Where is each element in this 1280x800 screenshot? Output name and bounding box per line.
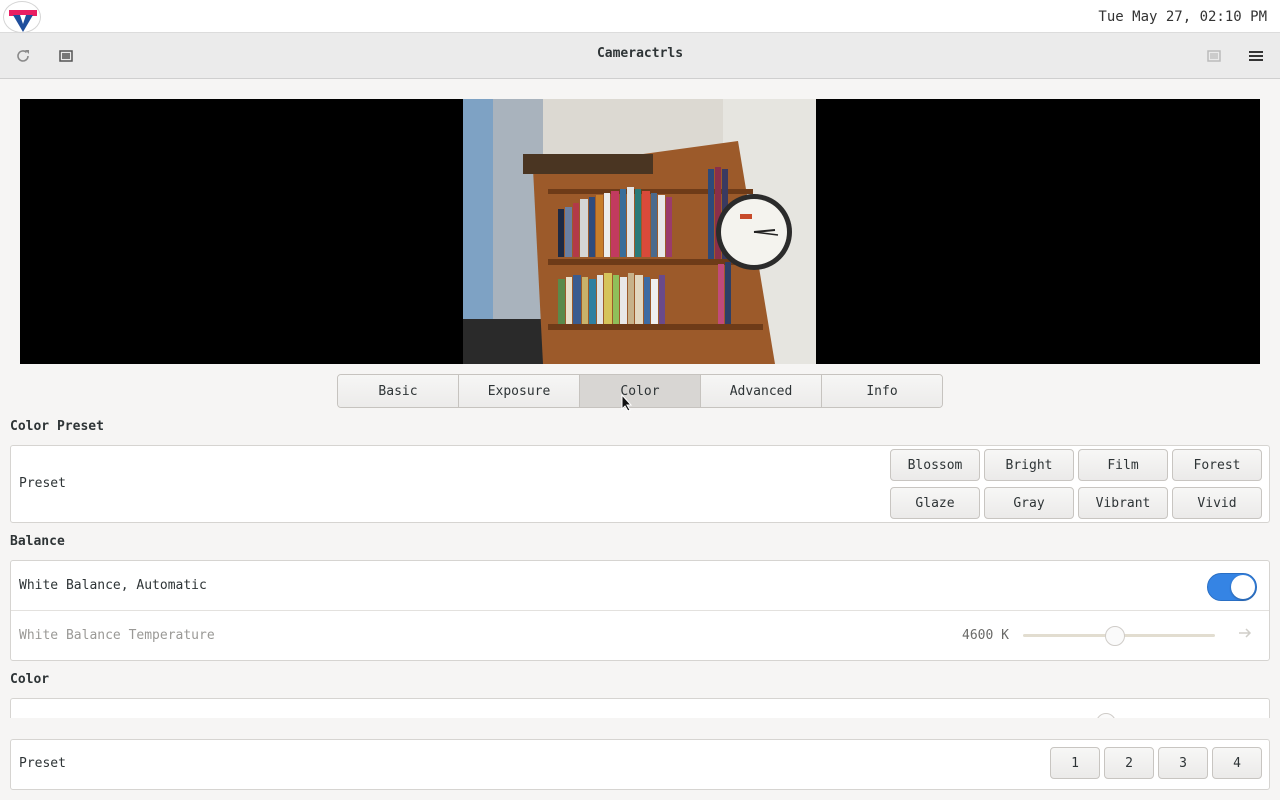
wb-auto-label: White Balance, Automatic — [19, 578, 207, 593]
bottom-preset-bar: Preset 1 2 3 4 — [0, 718, 1280, 800]
preset-film-button[interactable]: Film — [1078, 449, 1168, 481]
app-logo-icon[interactable] — [3, 1, 41, 33]
row-divider — [11, 610, 1269, 611]
preset-vibrant-button[interactable]: Vibrant — [1078, 487, 1168, 519]
menu-icon[interactable] — [1245, 45, 1267, 67]
preset-1-button[interactable]: 1 — [1050, 747, 1100, 779]
bottom-preset-card: Preset 1 2 3 4 — [10, 739, 1270, 790]
switch-knob — [1231, 575, 1255, 599]
section-title-balance: Balance — [10, 534, 65, 549]
camera-frame — [463, 99, 816, 364]
preset-glaze-button[interactable]: Glaze — [890, 487, 980, 519]
preset-vivid-button[interactable]: Vivid — [1172, 487, 1262, 519]
tab-advanced[interactable]: Advanced — [701, 375, 822, 407]
preset-3-button[interactable]: 3 — [1158, 747, 1208, 779]
wb-auto-switch[interactable] — [1207, 573, 1257, 601]
wb-temp-value: 4600 K — [962, 628, 1009, 643]
preset-gray-button[interactable]: Gray — [984, 487, 1074, 519]
section-title-color: Color — [10, 672, 50, 687]
preset-forest-button[interactable]: Forest — [1172, 449, 1262, 481]
preset-bright-button[interactable]: Bright — [984, 449, 1074, 481]
reset-arrow-icon[interactable] — [1237, 625, 1253, 645]
system-top-bar: Tue May 27, 02:10 PM — [0, 0, 1280, 33]
tab-bar: Basic Exposure Color Advanced Info — [337, 374, 943, 408]
tab-color[interactable]: Color — [580, 375, 701, 407]
system-clock: Tue May 27, 02:10 PM — [1098, 9, 1267, 25]
balance-card: White Balance, Automatic White Balance T… — [10, 560, 1270, 661]
window-title: Cameractrls — [596, 46, 684, 61]
bottom-preset-label: Preset — [19, 756, 66, 771]
pip-icon[interactable] — [1203, 45, 1225, 67]
tab-exposure[interactable]: Exposure — [459, 375, 580, 407]
color-preset-card: Preset Blossom Bright Film Forest Glaze … — [10, 445, 1270, 523]
preset-blossom-button[interactable]: Blossom — [890, 449, 980, 481]
preset-4-button[interactable]: 4 — [1212, 747, 1262, 779]
section-title-color-preset: Color Preset — [10, 419, 104, 434]
wb-temp-slider-knob[interactable] — [1105, 626, 1126, 646]
mouse-cursor-icon — [621, 393, 633, 416]
tab-basic[interactable]: Basic — [338, 375, 459, 407]
color-preset-label: Preset — [19, 476, 66, 491]
camera-preview — [20, 99, 1260, 364]
tab-info[interactable]: Info — [822, 375, 942, 407]
wb-temp-label: White Balance Temperature — [19, 628, 215, 643]
preset-2-button[interactable]: 2 — [1104, 747, 1154, 779]
header-bar: Cameractrls — [0, 33, 1280, 79]
